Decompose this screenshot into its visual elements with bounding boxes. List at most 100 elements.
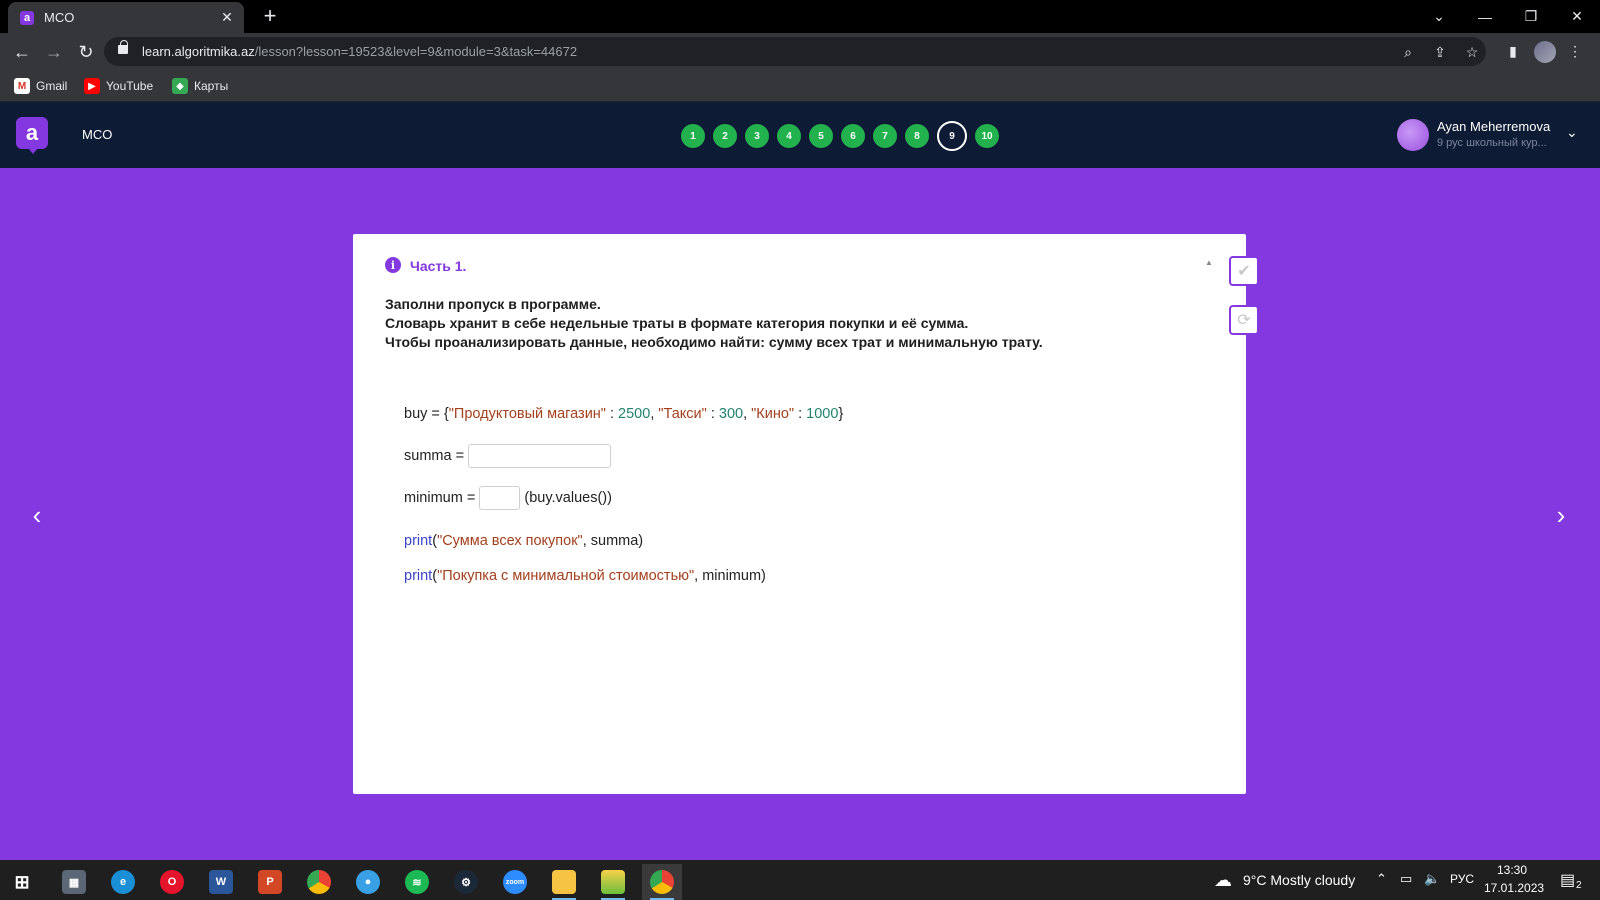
input-language[interactable]: РУС — [1450, 872, 1474, 886]
check-answer-icon[interactable]: ✔ — [1229, 256, 1259, 286]
close-window-icon[interactable]: ✕ — [1554, 0, 1600, 33]
step-10[interactable]: 10 — [975, 124, 999, 148]
bookmark-maps[interactable]: ◆ Карты — [172, 78, 228, 94]
step-8[interactable]: 8 — [905, 124, 929, 148]
taskbar-zoom[interactable]: zoom — [495, 864, 535, 900]
powerpoint-icon: P — [258, 870, 282, 894]
bookmark-label: Gmail — [36, 79, 68, 93]
bookmarks-bar: M Gmail ▶ YouTube ◆ Карты — [0, 70, 1600, 102]
url-text[interactable]: learn.algoritmika.az/lesson?lesson=19523… — [142, 44, 577, 59]
chrome-icon — [307, 870, 331, 894]
edge-icon: e — [111, 870, 135, 894]
windows-taskbar: ⊞ ▦ e O W P ● ≋ ⚙ zoom ☁ 9°C Mostly clou… — [0, 860, 1600, 900]
code-line-buy: buy = {"Продуктовый магазин" : 2500, "Та… — [404, 406, 844, 422]
reset-icon[interactable]: ⟳ — [1229, 305, 1259, 335]
bookmark-gmail[interactable]: M Gmail — [14, 78, 67, 94]
zoom-icon[interactable]: ⌕ — [1398, 42, 1418, 62]
taskbar-powerpoint[interactable]: P — [250, 864, 290, 900]
side-panel-icon[interactable]: ▮ — [1502, 40, 1524, 62]
code-line-summa: summa = — [404, 444, 612, 468]
share-icon[interactable]: ⇪ — [1430, 42, 1450, 62]
step-5[interactable]: 5 — [809, 124, 833, 148]
windows-logo-icon: ⊞ — [14, 871, 30, 892]
user-name[interactable]: Ayan Meherremova — [1437, 119, 1550, 134]
part-title: Часть 1. — [410, 258, 467, 274]
back-icon[interactable]: ← — [9, 39, 35, 65]
steam-icon: ⚙ — [454, 870, 478, 894]
step-7[interactable]: 7 — [873, 124, 897, 148]
taskbar-edge[interactable]: e — [103, 864, 143, 900]
task-step-navigator: 1 2 3 4 5 6 7 8 9 10 — [681, 121, 1007, 151]
taskbar-app-blue[interactable]: ● — [348, 864, 388, 900]
minimize-icon[interactable]: — — [1462, 0, 1508, 33]
weather-text[interactable]: 9°C Mostly cloudy — [1243, 872, 1355, 888]
user-avatar[interactable] — [1397, 119, 1429, 151]
code-line-print-min: print("Покупка с минимальной стоимостью"… — [404, 568, 766, 584]
address-bar[interactable]: learn.algoritmika.az/lesson?lesson=19523… — [104, 37, 1486, 66]
algoritmika-logo[interactable]: a — [16, 117, 48, 154]
close-tab-icon[interactable]: ✕ — [216, 9, 238, 26]
taskbar-opera[interactable]: O — [152, 864, 192, 900]
word-icon: W — [209, 870, 233, 894]
step-2[interactable]: 2 — [713, 124, 737, 148]
notification-count: 2 — [1576, 880, 1582, 891]
reload-icon[interactable]: ↻ — [73, 39, 99, 65]
taskbar-file-explorer[interactable] — [544, 864, 584, 900]
maps-icon: ◆ — [172, 78, 188, 94]
app-icon: ● — [356, 870, 380, 894]
bookmark-youtube[interactable]: ▶ YouTube — [84, 78, 153, 94]
task-card: i Часть 1. ▲ Заполни пропуск в программе… — [353, 234, 1246, 794]
bookmark-star-icon[interactable]: ☆ — [1462, 42, 1482, 62]
collapse-icon[interactable]: ▲ — [1205, 258, 1213, 267]
browser-toolbar: ← → ↻ learn.algoritmika.az/lesson?lesson… — [0, 33, 1600, 70]
step-1[interactable]: 1 — [681, 124, 705, 148]
step-4[interactable]: 4 — [777, 124, 801, 148]
taskbar-chrome-active[interactable] — [642, 864, 682, 900]
start-button[interactable]: ⊞ — [2, 864, 42, 900]
next-arrow-icon[interactable]: › — [1546, 500, 1576, 530]
clock-time[interactable]: 13:30 — [1487, 863, 1537, 877]
task-line: Чтобы проанализировать данные, необходим… — [385, 334, 1043, 350]
taskbar-steam[interactable]: ⚙ — [446, 864, 486, 900]
restore-icon[interactable]: ❐ — [1508, 0, 1554, 33]
notification-icon[interactable]: ▤ — [1560, 870, 1575, 890]
browser-tab-bar: a MCO ✕ + ⌄ — ❐ ✕ — [0, 0, 1600, 33]
lock-icon[interactable] — [118, 40, 128, 54]
chevron-up-icon[interactable]: ⌃ — [1376, 871, 1387, 887]
taskbar-bluestacks[interactable] — [593, 864, 633, 900]
browser-profile-avatar[interactable] — [1534, 41, 1556, 63]
chrome-icon — [650, 870, 674, 894]
youtube-icon: ▶ — [84, 78, 100, 94]
tab-title: MCO — [44, 10, 75, 25]
task-line: Заполни пропуск в программе. — [385, 296, 601, 312]
browser-tab[interactable]: a MCO ✕ — [8, 2, 244, 33]
app-header: a MCO 1 2 3 4 5 6 7 8 9 10 Ayan Meherrem… — [0, 102, 1600, 168]
taskbar-spotify[interactable]: ≋ — [397, 864, 437, 900]
clock-date[interactable]: 17.01.2023 — [1484, 881, 1544, 895]
spotify-icon: ≋ — [405, 870, 429, 894]
calculator-icon: ▦ — [62, 870, 86, 894]
taskbar-chrome[interactable] — [299, 864, 339, 900]
taskbar-calculator[interactable]: ▦ — [54, 864, 94, 900]
taskbar-word[interactable]: W — [201, 864, 241, 900]
folder-icon — [552, 870, 576, 894]
user-group: 9 рус школьный кур... — [1437, 137, 1547, 149]
volume-icon[interactable]: 🔈 — [1424, 871, 1440, 887]
code-line-print-sum: print("Сумма всех покупок", summa) — [404, 533, 644, 549]
minimum-blank-input[interactable] — [479, 486, 521, 510]
tab-search-chevron-icon[interactable]: ⌄ — [1416, 0, 1462, 33]
code-line-minimum: minimum = (buy.values()) — [404, 486, 612, 510]
bluestacks-icon — [601, 870, 625, 894]
browser-menu-icon[interactable]: ⋮ — [1564, 40, 1586, 62]
previous-arrow-icon[interactable]: ‹ — [22, 500, 52, 530]
meet-icon[interactable]: ▭ — [1400, 871, 1412, 887]
gmail-icon: M — [14, 78, 30, 94]
summa-blank-input[interactable] — [468, 444, 612, 468]
step-6[interactable]: 6 — [841, 124, 865, 148]
forward-icon[interactable]: → — [41, 39, 67, 65]
opera-icon: O — [160, 870, 184, 894]
chevron-down-icon[interactable]: ⌄ — [1566, 124, 1578, 141]
new-tab-icon[interactable]: + — [258, 4, 282, 28]
step-9-active[interactable]: 9 — [937, 121, 967, 151]
step-3[interactable]: 3 — [745, 124, 769, 148]
